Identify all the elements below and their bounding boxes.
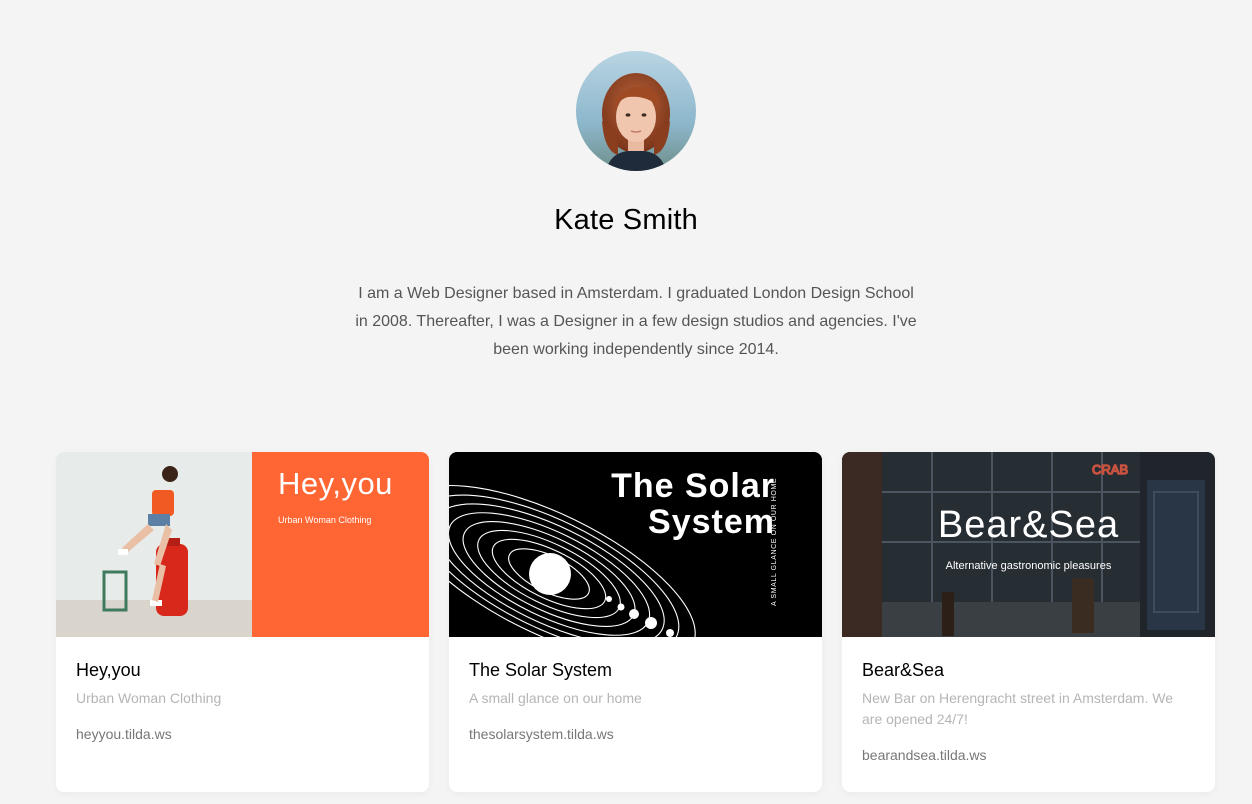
project-description: Urban Woman Clothing [76, 690, 222, 706]
portrait-photo-icon [576, 51, 696, 171]
project-card-solar-system[interactable]: The Solar System A SMALL GLANCE ON OUR H… [449, 452, 822, 792]
project-cover[interactable]: CRAB Bear&Sea Alternative gastronomic pl… [842, 452, 1215, 637]
project-link[interactable]: bearandsea.tilda.ws [862, 745, 1195, 765]
cover-subtitle: Urban Woman Clothing [278, 515, 372, 525]
profile-name: Kate Smith [554, 204, 698, 236]
project-card-bear-sea[interactable]: CRAB Bear&Sea Alternative gastronomic pl… [842, 452, 1215, 792]
cover-title: Bear&Sea [937, 504, 1120, 546]
project-link[interactable]: heyyou.tilda.ws [76, 724, 409, 744]
project-cover[interactable]: The Solar System A SMALL GLANCE ON OUR H… [449, 452, 822, 637]
project-card-heyyou[interactable]: Hey,you Urban Woman Clothing Hey,you Urb… [56, 452, 429, 792]
project-title[interactable]: Bear&Sea [862, 657, 1195, 683]
cover-vertical-caption: A SMALL GLANCE ON OUR HOME [771, 477, 778, 606]
project-description: New Bar on Herengracht street in Amsterd… [862, 690, 1173, 727]
profile-bio: I am a Web Designer based in Amsterdam. … [355, 285, 917, 358]
page: Kate Smith I am a Web Designer based in … [0, 0, 1252, 804]
cover-subtitle: Alternative gastronomic pleasures [945, 560, 1112, 572]
avatar [576, 51, 696, 171]
svg-text:CRAB: CRAB [1092, 462, 1128, 477]
project-title[interactable]: The Solar System [469, 657, 802, 683]
cover-title: The Solar System [611, 467, 775, 541]
project-description: A small glance on our home [469, 690, 642, 706]
project-link[interactable]: thesolarsystem.tilda.ws [469, 724, 802, 744]
cover-title: Hey,you [278, 466, 393, 501]
project-title[interactable]: Hey,you [76, 657, 409, 683]
project-cover[interactable]: Hey,you Urban Woman Clothing [56, 452, 429, 637]
